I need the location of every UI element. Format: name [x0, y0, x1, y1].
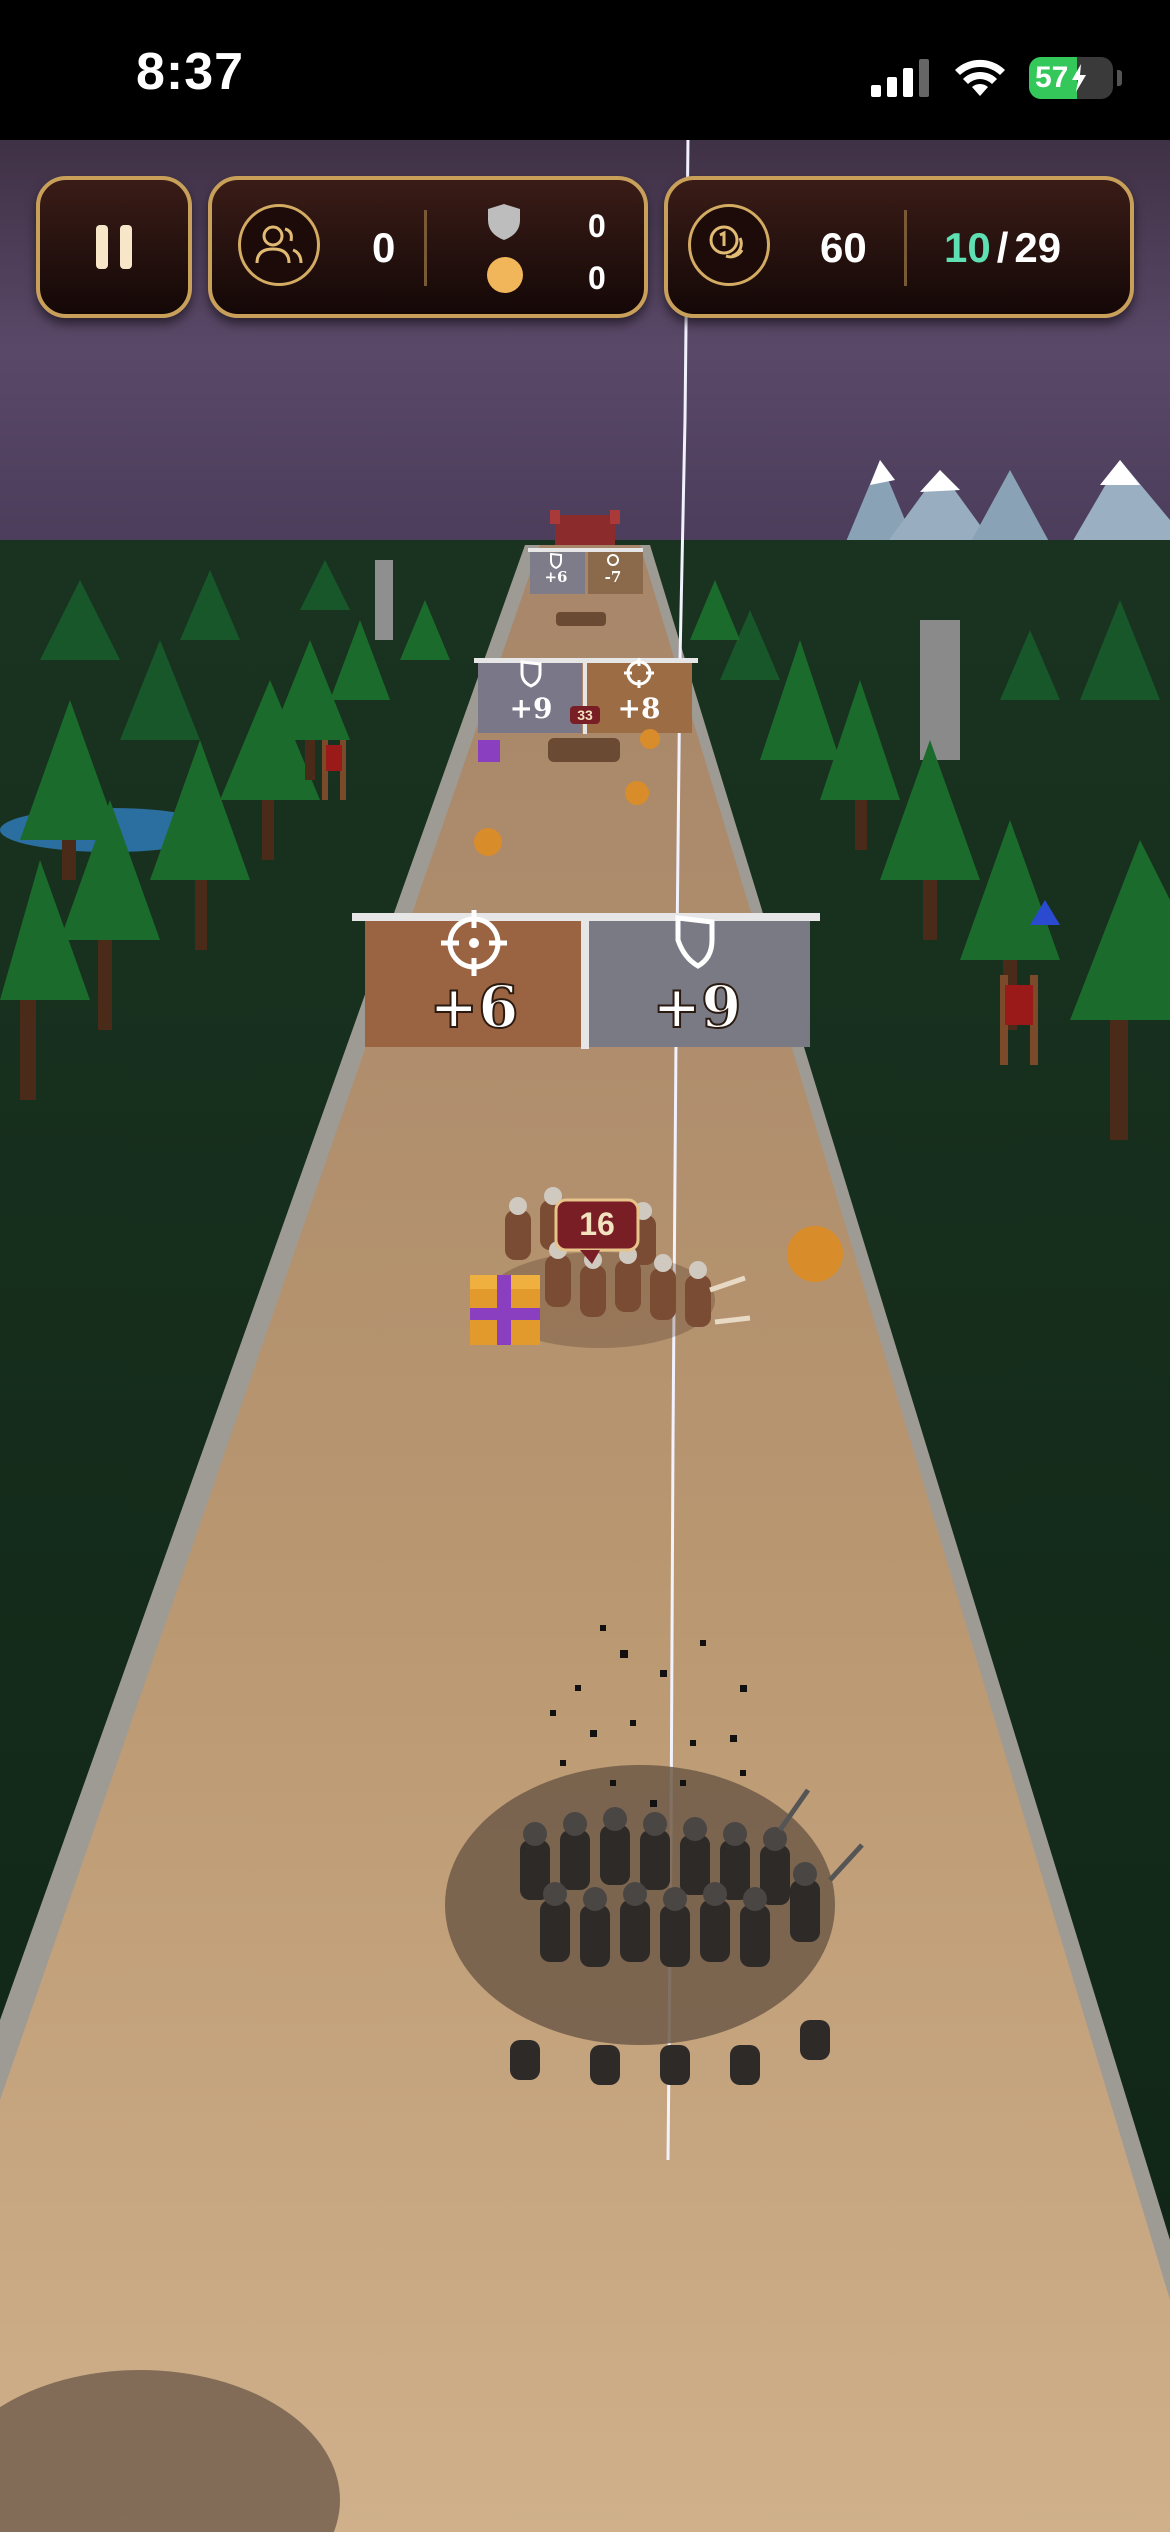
crosshair-dot — [469, 938, 479, 948]
orb-count: 0 — [588, 260, 606, 296]
coins-icon — [688, 204, 770, 286]
gate-mid-right-label: +8 — [618, 692, 661, 725]
level-total: 29 — [1014, 224, 1062, 271]
orb-icon — [487, 257, 523, 293]
status-icons: 57 — [871, 56, 1122, 100]
shield-count: 0 — [588, 208, 606, 244]
game-scene: 16 33 +6 +9 +9 +8 +6 -7 — [0, 140, 1170, 2532]
wifi-icon — [955, 59, 1005, 96]
shield-icon — [488, 204, 520, 240]
battery-percentage: 57 — [1035, 61, 1069, 94]
gate-near — [352, 913, 820, 1049]
level-current: 10 — [944, 224, 991, 271]
game-world: 16 33 +6 +9 +9 +8 +6 -7 — [0, 140, 1170, 2532]
charging-bolt-icon — [1072, 64, 1087, 92]
gate-near-right-label: +9 — [653, 973, 742, 1041]
enemy-count-mid: 33 — [577, 707, 593, 723]
gift-box-small — [478, 740, 500, 762]
pause-button[interactable] — [36, 176, 192, 318]
army-icon — [238, 204, 320, 286]
status-time: 8:37 — [136, 43, 245, 101]
level-separator: / — [996, 224, 1009, 271]
gift-box — [470, 1275, 540, 1345]
coin-count: 60 — [820, 224, 867, 271]
gate-mid-left-label: +9 — [510, 692, 553, 725]
army-count: 0 — [372, 224, 396, 271]
battery-cap — [1117, 70, 1122, 86]
army-stats-panel: 0 0 0 — [208, 176, 648, 318]
battery-indicator: 57 — [1029, 57, 1113, 99]
coins-level-panel: 60 10/29 — [664, 176, 1134, 318]
gate-far-right-label: -7 — [605, 568, 622, 586]
hud-divider — [424, 210, 427, 286]
enemy-count-near: 16 — [579, 1206, 615, 1242]
status-bar: 8:37 57 — [0, 0, 1170, 140]
pause-icon — [96, 225, 132, 269]
cellular-signal-icon — [871, 59, 929, 97]
gate-near-left-label: +6 — [430, 973, 519, 1041]
hud-divider — [904, 210, 907, 286]
gate-far-left-label: +6 — [544, 568, 567, 586]
level-progress: 10/29 — [944, 224, 1061, 272]
